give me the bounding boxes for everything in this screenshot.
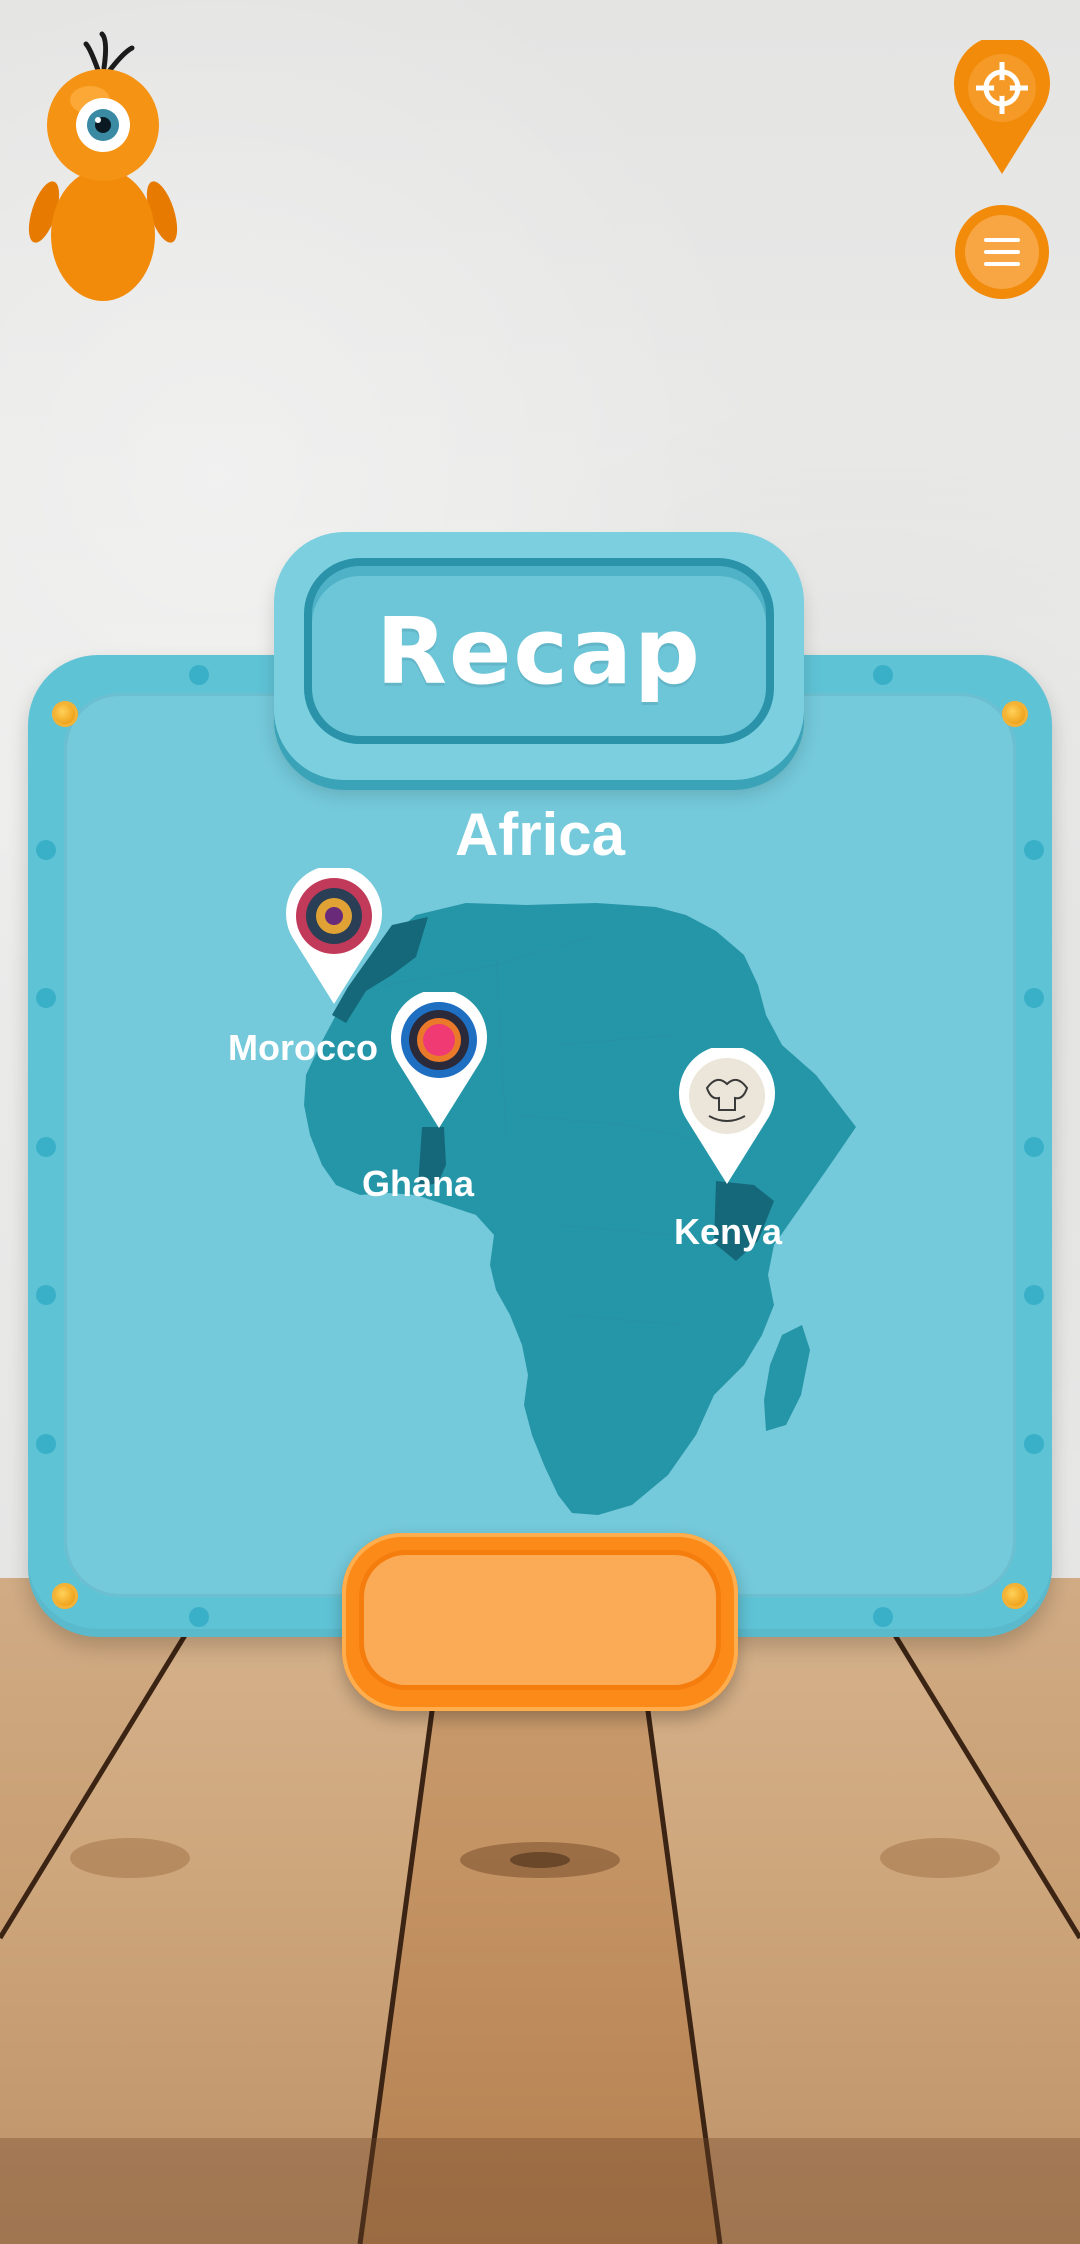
rivet xyxy=(189,665,209,685)
pin-label-ghana: Ghana xyxy=(362,1163,475,1204)
rivet xyxy=(1024,1137,1044,1157)
madagascar-shape xyxy=(764,1325,810,1431)
ornate-elephant-pattern-icon xyxy=(679,1045,775,1184)
rivet xyxy=(36,988,56,1008)
continue-button-face xyxy=(364,1555,716,1685)
rivet xyxy=(36,1434,56,1454)
bolt-icon xyxy=(52,1583,78,1609)
pin-kenya[interactable] xyxy=(677,1045,777,1188)
page-title: Recap xyxy=(376,597,702,705)
location-crosshair-icon xyxy=(954,35,1050,174)
locate-button[interactable] xyxy=(954,35,1050,176)
rivet xyxy=(36,840,56,860)
title-tab: Recap xyxy=(274,532,804,780)
pin-ghana[interactable] xyxy=(389,989,489,1132)
mandala-blue-pink-icon xyxy=(391,989,487,1128)
rivet xyxy=(1024,1285,1044,1305)
orange-cyclops-mascot-icon[interactable] xyxy=(28,30,178,302)
pin-label-kenya: Kenya xyxy=(674,1211,783,1252)
pin-morocco[interactable] xyxy=(284,865,384,1008)
rivet xyxy=(1024,840,1044,860)
bolt-icon xyxy=(52,701,78,727)
rivet xyxy=(36,1285,56,1305)
continent-name: Africa xyxy=(454,801,626,868)
mandala-red-pattern-icon xyxy=(286,865,382,1004)
continue-button[interactable] xyxy=(342,1533,738,1711)
rivet xyxy=(189,1607,209,1627)
hamburger-menu-icon xyxy=(955,205,1049,299)
rivet xyxy=(873,665,893,685)
bolt-icon xyxy=(1002,1583,1028,1609)
rivet xyxy=(873,1607,893,1627)
rivet xyxy=(36,1137,56,1157)
menu-button[interactable] xyxy=(954,204,1050,300)
pin-label-morocco: Morocco xyxy=(228,1027,379,1068)
title-plate: Recap xyxy=(304,558,774,744)
bolt-icon xyxy=(1002,701,1028,727)
rivet xyxy=(1024,1434,1044,1454)
rivet xyxy=(1024,988,1044,1008)
